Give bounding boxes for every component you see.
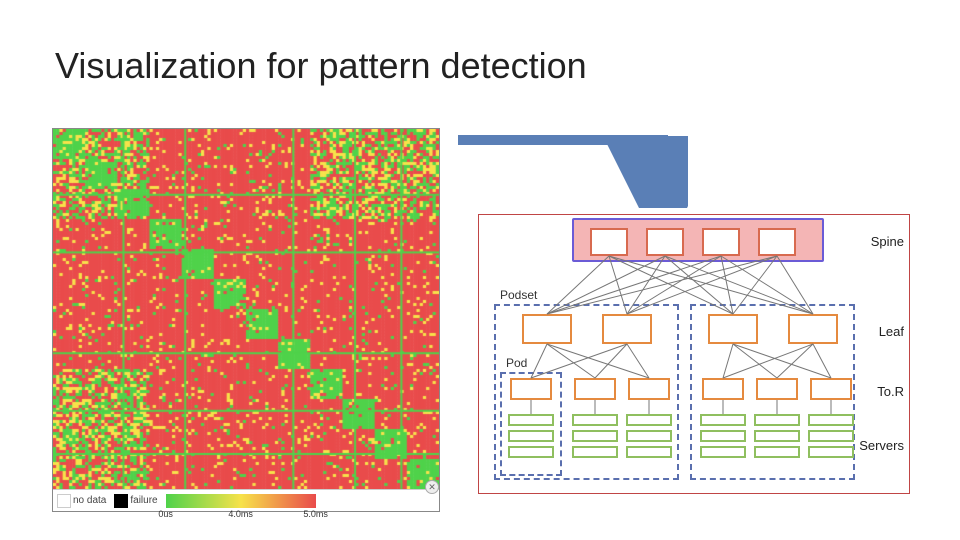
heatmap-legend: no data failure 0us 4.0ms 5.0ms ✕ [53, 489, 439, 511]
legend-label-nodata: no data [73, 495, 106, 506]
legend-swatch-failure [114, 494, 128, 508]
pointer-arrow [448, 128, 688, 208]
page-title: Visualization for pattern detection [55, 45, 587, 87]
legend-tick-mid: 4.0ms [228, 509, 253, 519]
legend-close-button[interactable]: ✕ [425, 480, 439, 494]
network-topology-diagram: Podset Pod Spine Leaf To.R Servers [478, 214, 910, 494]
legend-tick-max: 5.0ms [303, 509, 328, 519]
legend-tick-min: 0us [158, 509, 173, 519]
latency-heatmap [53, 129, 439, 489]
topology-links [478, 214, 910, 494]
legend-label-failure: failure [130, 495, 157, 506]
legend-swatch-nodata [57, 494, 71, 508]
legend-gradient: 0us 4.0ms 5.0ms [166, 494, 316, 508]
heatmap-panel: no data failure 0us 4.0ms 5.0ms ✕ [52, 128, 440, 512]
